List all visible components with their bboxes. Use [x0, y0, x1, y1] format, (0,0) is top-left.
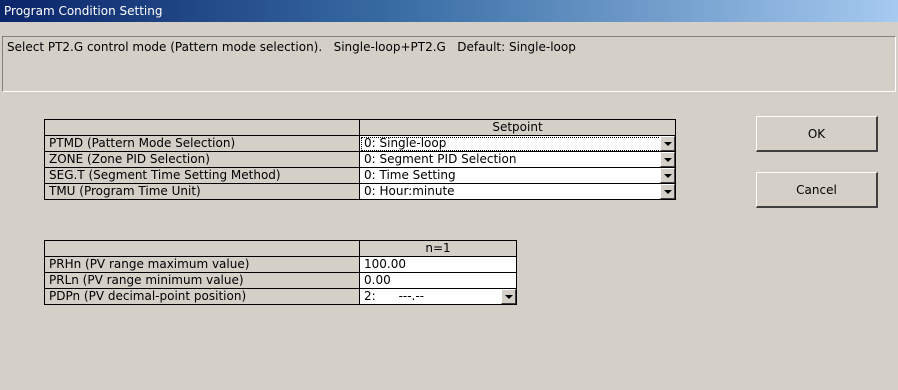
- setpoint-table: Setpoint PTMD (Pattern Mode Selection) 0…: [44, 119, 676, 200]
- chevron-down-icon[interactable]: [660, 184, 675, 199]
- pdpn-value: 2: ---.--: [364, 289, 425, 303]
- chevron-down-icon[interactable]: [501, 289, 516, 304]
- segt-label: SEG.T (Segment Time Setting Method): [44, 167, 360, 184]
- header-blank: [44, 119, 360, 136]
- setpoint-header: Setpoint: [359, 119, 676, 136]
- pdpn-label: PDPn (PV decimal-point position): [44, 288, 360, 305]
- tmu-select[interactable]: 0: Hour:minute: [359, 183, 676, 200]
- ptmd-label: PTMD (Pattern Mode Selection): [44, 135, 360, 152]
- segt-value: 0: Time Setting: [364, 168, 456, 182]
- header-blank: [44, 240, 360, 257]
- ok-button[interactable]: OK: [756, 116, 878, 152]
- ptmd-select[interactable]: 0: Single-loop: [359, 135, 676, 152]
- zone-label: ZONE (Zone PID Selection): [44, 151, 360, 168]
- cancel-button[interactable]: Cancel: [756, 172, 878, 208]
- zone-select[interactable]: 0: Segment PID Selection: [359, 151, 676, 168]
- n1-header: n=1: [359, 240, 517, 257]
- window-title: Program Condition Setting: [0, 0, 898, 22]
- zone-value: 0: Segment PID Selection: [364, 152, 517, 166]
- pdpn-select[interactable]: 2: ---.--: [359, 288, 517, 305]
- chevron-down-icon[interactable]: [660, 136, 675, 151]
- prln-input[interactable]: 0.00: [359, 272, 517, 289]
- tmu-label: TMU (Program Time Unit): [44, 183, 360, 200]
- ptmd-value: 0: Single-loop: [364, 136, 447, 150]
- prln-label: PRLn (PV range minimum value): [44, 272, 360, 289]
- chevron-down-icon[interactable]: [660, 168, 675, 183]
- chevron-down-icon[interactable]: [660, 152, 675, 167]
- segt-select[interactable]: 0: Time Setting: [359, 167, 676, 184]
- prhn-input[interactable]: 100.00: [359, 256, 517, 273]
- prhn-label: PRHn (PV range maximum value): [44, 256, 360, 273]
- description-text: Select PT2.G control mode (Pattern mode …: [2, 36, 896, 92]
- pv-range-table: n=1 PRHn (PV range maximum value) 100.00…: [44, 240, 517, 305]
- tmu-value: 0: Hour:minute: [364, 184, 455, 198]
